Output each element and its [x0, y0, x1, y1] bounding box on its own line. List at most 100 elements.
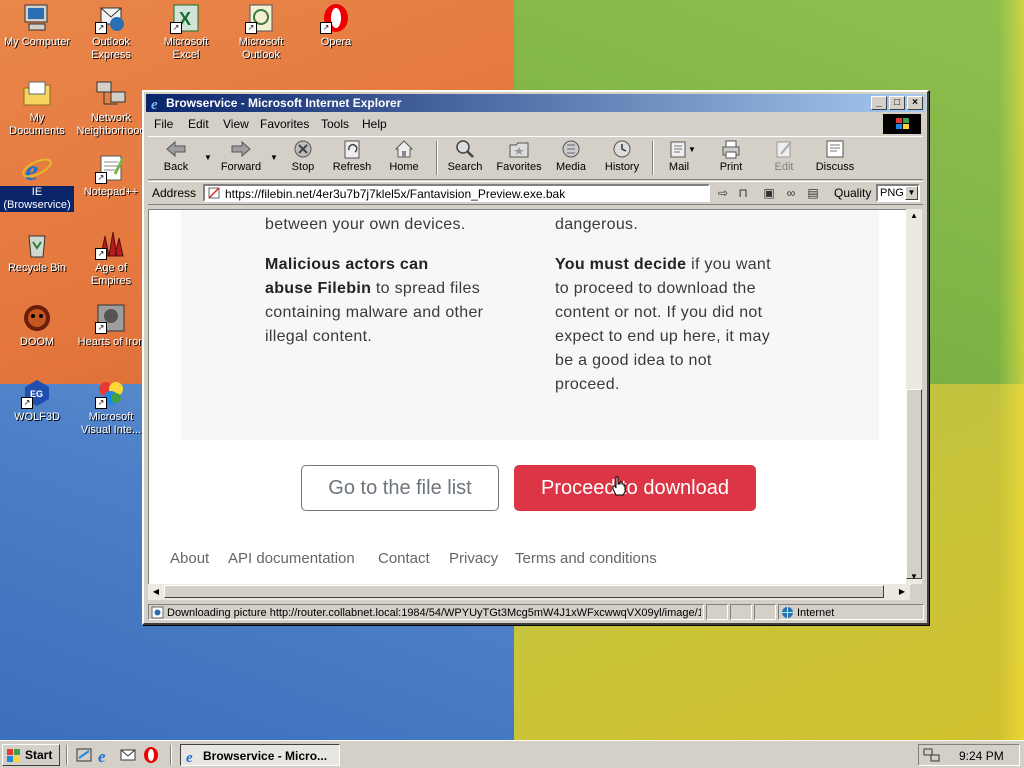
desktop-icon-hearts-of-iron[interactable]: ↗ Hearts of Iron: [74, 302, 148, 349]
media-label: Media: [556, 161, 586, 173]
desktop-icon-opera[interactable]: ↗ Opera: [299, 2, 373, 49]
menu-file[interactable]: File: [154, 117, 173, 131]
start-button[interactable]: Start: [2, 744, 60, 766]
footer-link-contact[interactable]: Contact: [378, 550, 430, 567]
horizontal-scrollbar[interactable]: ◀ ▶: [148, 584, 910, 600]
vertical-scrollbar[interactable]: ▲ ▼: [906, 209, 922, 584]
back-dropdown-icon[interactable]: ▼: [204, 153, 212, 162]
shortcut-arrow-icon: ↗: [170, 22, 182, 34]
edit-icon: [773, 139, 795, 159]
desktop-icon-outlook[interactable]: ↗ Microsoft Outlook: [224, 2, 298, 62]
scroll-left-icon[interactable]: ◀: [148, 585, 164, 599]
address-field[interactable]: https://filebin.net/4er3u7b7j7klel5x/Fan…: [203, 184, 710, 202]
desktop-icon-network[interactable]: Network Neighborhood: [74, 78, 148, 138]
ie-window: e Browservice - Microsoft Internet Explo…: [142, 90, 929, 625]
stop-button[interactable]: Stop: [284, 139, 322, 177]
menu-edit[interactable]: Edit: [188, 117, 209, 131]
desktop-icon-visual-interdev[interactable]: ↗ Microsoft Visual Inte...: [74, 377, 148, 437]
windows-logo-icon: [883, 114, 921, 134]
clipboard-icon[interactable]: ▤: [804, 185, 822, 201]
desktop-icon-label: Outlook Express: [91, 36, 131, 61]
desktop-icon-excel[interactable]: X ↗ Microsoft Excel: [149, 2, 223, 62]
status-bar: Downloading picture http://router.collab…: [148, 603, 924, 623]
ie-quicklaunch-icon[interactable]: e: [97, 746, 115, 766]
print-button[interactable]: Print: [714, 139, 748, 177]
address-url: https://filebin.net/4er3u7b7j7klel5x/Fan…: [225, 187, 566, 201]
desktop-icon-age-of-empires[interactable]: ↗ Age of Empires: [74, 228, 148, 288]
vertical-scroll-thumb[interactable]: [906, 389, 922, 579]
left-top-text: between your own devices.: [265, 216, 466, 233]
shortcut-arrow-icon: ↗: [245, 22, 257, 34]
scroll-down-icon[interactable]: ▼: [906, 570, 922, 584]
back-button[interactable]: Back: [154, 139, 198, 177]
go-to-file-list-button[interactable]: Go to the file list: [301, 465, 499, 511]
desktop-icon-recycle-bin[interactable]: Recycle Bin: [0, 228, 74, 275]
desktop-icon-my-computer[interactable]: My Computer: [0, 2, 74, 49]
menu-tools[interactable]: Tools: [321, 117, 349, 131]
desktop-icon-my-documents[interactable]: My Documents: [0, 78, 74, 138]
forward-button[interactable]: Forward: [216, 139, 266, 177]
desktop-icon-ie-browservice[interactable]: e IE (Browservice): [0, 152, 74, 212]
taskbar-button-browservice[interactable]: e Browservice - Micro...: [180, 744, 340, 766]
media-button[interactable]: Media: [552, 139, 590, 177]
desktop-icon-outlook-express[interactable]: ↗ Outlook Express: [74, 2, 148, 62]
discuss-button[interactable]: Discuss: [814, 139, 856, 177]
footer-link-privacy[interactable]: Privacy: [449, 550, 498, 567]
history-button[interactable]: History: [600, 139, 644, 177]
horizontal-scroll-thumb[interactable]: [164, 585, 884, 598]
desktop-icon-doom[interactable]: DOOM: [0, 302, 74, 349]
footer-link-about[interactable]: About: [170, 550, 209, 567]
windows-flag-icon: [7, 749, 21, 762]
forward-arrow-icon: [230, 139, 252, 159]
clock[interactable]: 9:24 PM: [959, 749, 1004, 763]
chevron-down-icon[interactable]: ▼: [905, 186, 918, 200]
menu-favorites[interactable]: Favorites: [260, 117, 309, 131]
footer-link-api-documentation[interactable]: API documentation: [228, 550, 355, 567]
desktop-icon-label: Opera: [320, 36, 352, 48]
quality-select[interactable]: PNG ▼: [876, 184, 920, 202]
shortcut-arrow-icon: ↗: [21, 397, 33, 409]
favorites-button[interactable]: Favorites: [494, 139, 544, 177]
shortcut-arrow-icon: ↗: [320, 22, 332, 34]
must-decide-rest: if you want: [686, 256, 771, 273]
show-desktop-icon[interactable]: [75, 746, 93, 764]
minimize-button[interactable]: _: [871, 96, 887, 110]
edit-button[interactable]: Edit: [768, 139, 800, 177]
window-titlebar[interactable]: e Browservice - Microsoft Internet Explo…: [146, 94, 925, 113]
desktop-icon-label: My Computer: [3, 36, 71, 48]
footer-link-terms[interactable]: Terms and conditions: [515, 550, 657, 567]
close-button[interactable]: ×: [907, 96, 923, 110]
proceed-to-download-button[interactable]: Proceed to download: [514, 465, 756, 511]
maximize-button[interactable]: □: [889, 96, 905, 110]
desktop-icon-notepadpp[interactable]: ↗ Notepad++: [74, 152, 148, 199]
outlook-express-quicklaunch-icon[interactable]: [119, 746, 137, 764]
ie-icon: e: [185, 748, 201, 766]
desktop-icon-label: WOLF3D: [14, 411, 60, 423]
must-decide-line5: be a good idea to not: [555, 352, 712, 369]
menu-help[interactable]: Help: [362, 117, 387, 131]
mail-dropdown-icon[interactable]: ▼: [688, 145, 696, 154]
bookmark-icon[interactable]: ⊓: [734, 185, 752, 201]
go-arrow-icon[interactable]: ⇨: [714, 185, 732, 201]
right-top-text: dangerous.: [555, 216, 639, 233]
home-button[interactable]: Home: [384, 139, 424, 177]
scroll-right-icon[interactable]: ▶: [894, 585, 910, 599]
must-decide-line3: content or not. If you did not: [555, 304, 763, 321]
malicious-actors-paragraph: Malicious actors can abuse Filebin to sp…: [265, 253, 535, 349]
status-text: Downloading picture http://router.collab…: [167, 607, 701, 619]
window-title: Browservice - Microsoft Internet Explore…: [166, 96, 402, 110]
opera-quicklaunch-icon[interactable]: [142, 746, 160, 764]
find-icon[interactable]: ▣: [760, 185, 778, 201]
outlook-express-icon: ↗: [95, 2, 127, 34]
page-status-icon: [151, 606, 164, 622]
refresh-button[interactable]: Refresh: [330, 139, 374, 177]
network-tray-icon[interactable]: [923, 747, 941, 763]
opera-icon: ↗: [320, 2, 352, 34]
forward-dropdown-icon[interactable]: ▼: [270, 153, 278, 162]
binoculars-icon[interactable]: ∞: [782, 185, 800, 201]
scroll-up-icon[interactable]: ▲: [906, 209, 922, 223]
globe-icon: [781, 606, 794, 622]
menu-view[interactable]: View: [223, 117, 249, 131]
search-button[interactable]: Search: [444, 139, 486, 177]
desktop-icon-wolf3d[interactable]: EG ↗ WOLF3D: [0, 377, 74, 424]
